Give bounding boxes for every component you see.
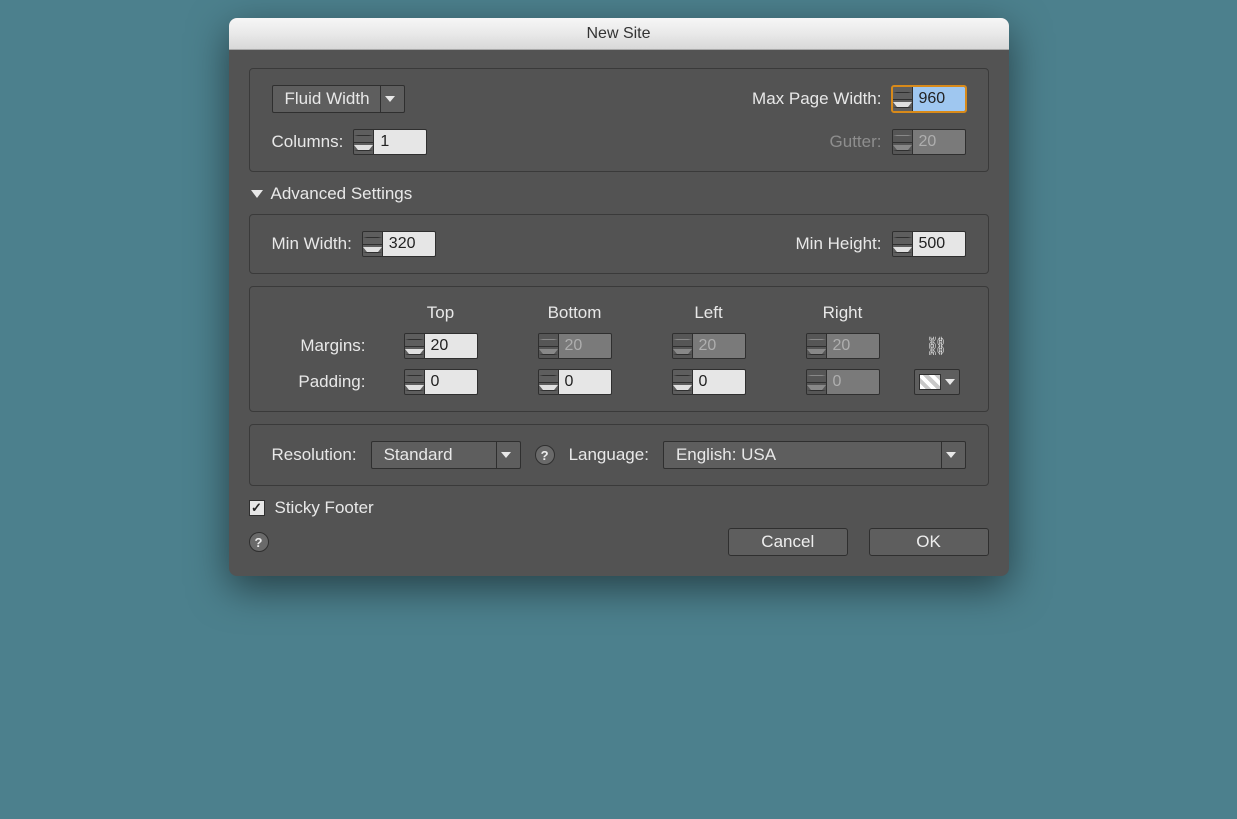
columns-label: Columns:: [272, 132, 344, 152]
chevron-down-icon: [496, 442, 516, 468]
columns-stepper[interactable]: [353, 129, 427, 155]
stepper-down-icon[interactable]: [354, 143, 373, 155]
margin-right-input: [827, 334, 879, 358]
max-page-width-input[interactable]: [913, 87, 965, 111]
resolution-label: Resolution:: [272, 445, 357, 465]
margin-bottom-stepper: [538, 333, 612, 359]
padding-left-stepper[interactable]: [672, 369, 746, 395]
padding-right-stepper: [806, 369, 880, 395]
new-site-dialog: New Site Fluid Width Max Page Width:: [229, 18, 1009, 576]
layout-panel: Fluid Width Max Page Width: Columns:: [249, 68, 989, 172]
advanced-settings-toggle[interactable]: Advanced Settings: [251, 184, 989, 204]
dialog-body: Fluid Width Max Page Width: Columns:: [229, 50, 1009, 576]
transparent-swatch-icon: [919, 374, 941, 390]
language-label: Language:: [569, 445, 649, 465]
dialog-title: New Site: [586, 25, 650, 43]
min-height-label: Min Height:: [796, 234, 882, 254]
margin-left-input: [693, 334, 745, 358]
options-panel: Resolution: Standard ? Language: English…: [249, 424, 989, 486]
margin-right-stepper: [806, 333, 880, 359]
margin-top-stepper[interactable]: [404, 333, 478, 359]
max-page-width-label: Max Page Width:: [752, 89, 881, 109]
chevron-down-icon: [941, 442, 961, 468]
stepper-up-icon[interactable]: [893, 232, 912, 245]
stepper-up-icon[interactable]: [363, 232, 382, 245]
language-value: English: USA: [676, 445, 776, 465]
resolution-help-icon[interactable]: ?: [535, 445, 555, 465]
gutter-label: Gutter:: [830, 132, 882, 152]
padding-left-input[interactable]: [693, 370, 745, 394]
padding-top-stepper[interactable]: [404, 369, 478, 395]
cancel-button[interactable]: Cancel: [728, 528, 848, 556]
margins-label: Margins:: [272, 336, 372, 356]
min-size-panel: Min Width: Min Height:: [249, 214, 989, 274]
chevron-down-icon: [380, 86, 400, 112]
padding-bottom-stepper[interactable]: [538, 369, 612, 395]
min-width-input[interactable]: [383, 232, 435, 256]
sticky-footer-checkbox[interactable]: ✓: [249, 500, 265, 516]
min-width-stepper[interactable]: [362, 231, 436, 257]
padding-label: Padding:: [272, 372, 372, 392]
bottom-column-label: Bottom: [510, 303, 640, 323]
stepper-down-icon[interactable]: [893, 245, 912, 257]
dialog-titlebar: New Site: [229, 18, 1009, 50]
language-dropdown[interactable]: English: USA: [663, 441, 966, 469]
padding-fill-dropdown[interactable]: [914, 369, 960, 395]
padding-right-input: [827, 370, 879, 394]
margin-top-input[interactable]: [425, 334, 477, 358]
resolution-value: Standard: [384, 445, 453, 465]
margin-left-stepper: [672, 333, 746, 359]
stepper-up-icon[interactable]: [893, 87, 912, 100]
margin-bottom-input: [559, 334, 611, 358]
width-mode-dropdown[interactable]: Fluid Width: [272, 85, 405, 113]
stepper-down-icon[interactable]: [893, 100, 912, 112]
dialog-help-icon[interactable]: ?: [249, 532, 269, 552]
chevron-down-icon: [945, 379, 955, 385]
gutter-input: [913, 130, 965, 154]
stepper-down-icon[interactable]: [363, 245, 382, 257]
min-height-stepper[interactable]: [892, 231, 966, 257]
max-page-width-stepper[interactable]: [892, 86, 966, 112]
sticky-footer-label: Sticky Footer: [275, 498, 374, 518]
gutter-stepper: [892, 129, 966, 155]
min-height-input[interactable]: [913, 232, 965, 256]
resolution-dropdown[interactable]: Standard: [371, 441, 521, 469]
stepper-up-icon[interactable]: [354, 130, 373, 143]
margins-link-icon[interactable]: ⛓: [927, 334, 947, 358]
padding-top-input[interactable]: [425, 370, 477, 394]
right-column-label: Right: [778, 303, 908, 323]
ok-button[interactable]: OK: [869, 528, 989, 556]
top-column-label: Top: [376, 303, 506, 323]
min-width-label: Min Width:: [272, 234, 352, 254]
disclosure-triangle-icon: [251, 190, 263, 198]
box-model-panel: Top Bottom Left Right Margins: ⛓ Padding…: [249, 286, 989, 412]
columns-input[interactable]: [374, 130, 426, 154]
left-column-label: Left: [644, 303, 774, 323]
padding-bottom-input[interactable]: [559, 370, 611, 394]
advanced-settings-label: Advanced Settings: [271, 184, 413, 204]
width-mode-value: Fluid Width: [285, 89, 370, 109]
